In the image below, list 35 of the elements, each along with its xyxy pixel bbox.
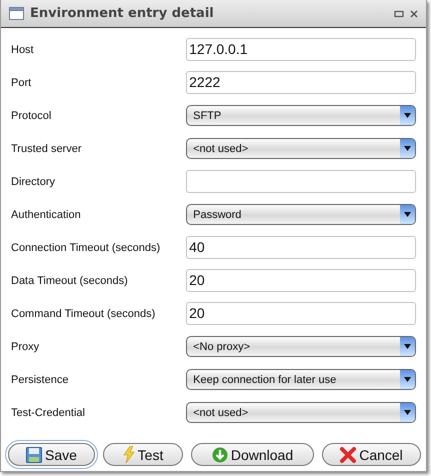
field-label: Proxy [11,340,40,352]
dropdown[interactable]: Keep connection for later use [186,369,416,390]
download-button[interactable]: Download [191,443,314,466]
field-label: Command Timeout (seconds) [11,308,156,320]
field-label: Connection Timeout (seconds) [11,242,162,254]
field-label: Trusted server [11,142,83,154]
input-field[interactable]: 20 [186,302,416,325]
dropdown[interactable]: SFTP [186,105,416,126]
input-field[interactable]: 127.0.0.1 [186,38,416,61]
maximize-icon[interactable] [394,10,404,18]
field-label: Authentication [11,208,82,220]
input-field[interactable]: 20 [186,269,416,292]
input-field[interactable]: 40 [186,236,416,259]
field-label: Port [11,76,32,88]
dropdown[interactable]: Password [186,204,416,225]
window-title: Environment entry detail [30,6,214,21]
download-icon [212,446,228,462]
field-label: Host [11,44,35,56]
field-label: Directory [11,176,56,188]
dropdown[interactable]: <not used> [186,402,416,423]
field-label: Test-Credential [11,406,86,418]
close-icon [340,446,356,462]
lightning-icon [122,446,135,463]
test-button[interactable]: Test [103,443,183,466]
dropdown[interactable]: <No proxy> [186,336,416,357]
close-icon[interactable] [410,10,418,18]
input-field[interactable] [186,170,416,193]
save-button[interactable]: Save [8,443,95,466]
window-icon [9,7,24,20]
field-label: Persistence [11,374,70,386]
cancel-button[interactable]: Cancel [322,443,421,466]
field-label: Data Timeout (seconds) [11,274,129,286]
input-field[interactable]: 2222 [186,71,416,94]
field-label: Protocol [11,110,52,122]
dropdown[interactable]: <not used> [186,138,416,159]
